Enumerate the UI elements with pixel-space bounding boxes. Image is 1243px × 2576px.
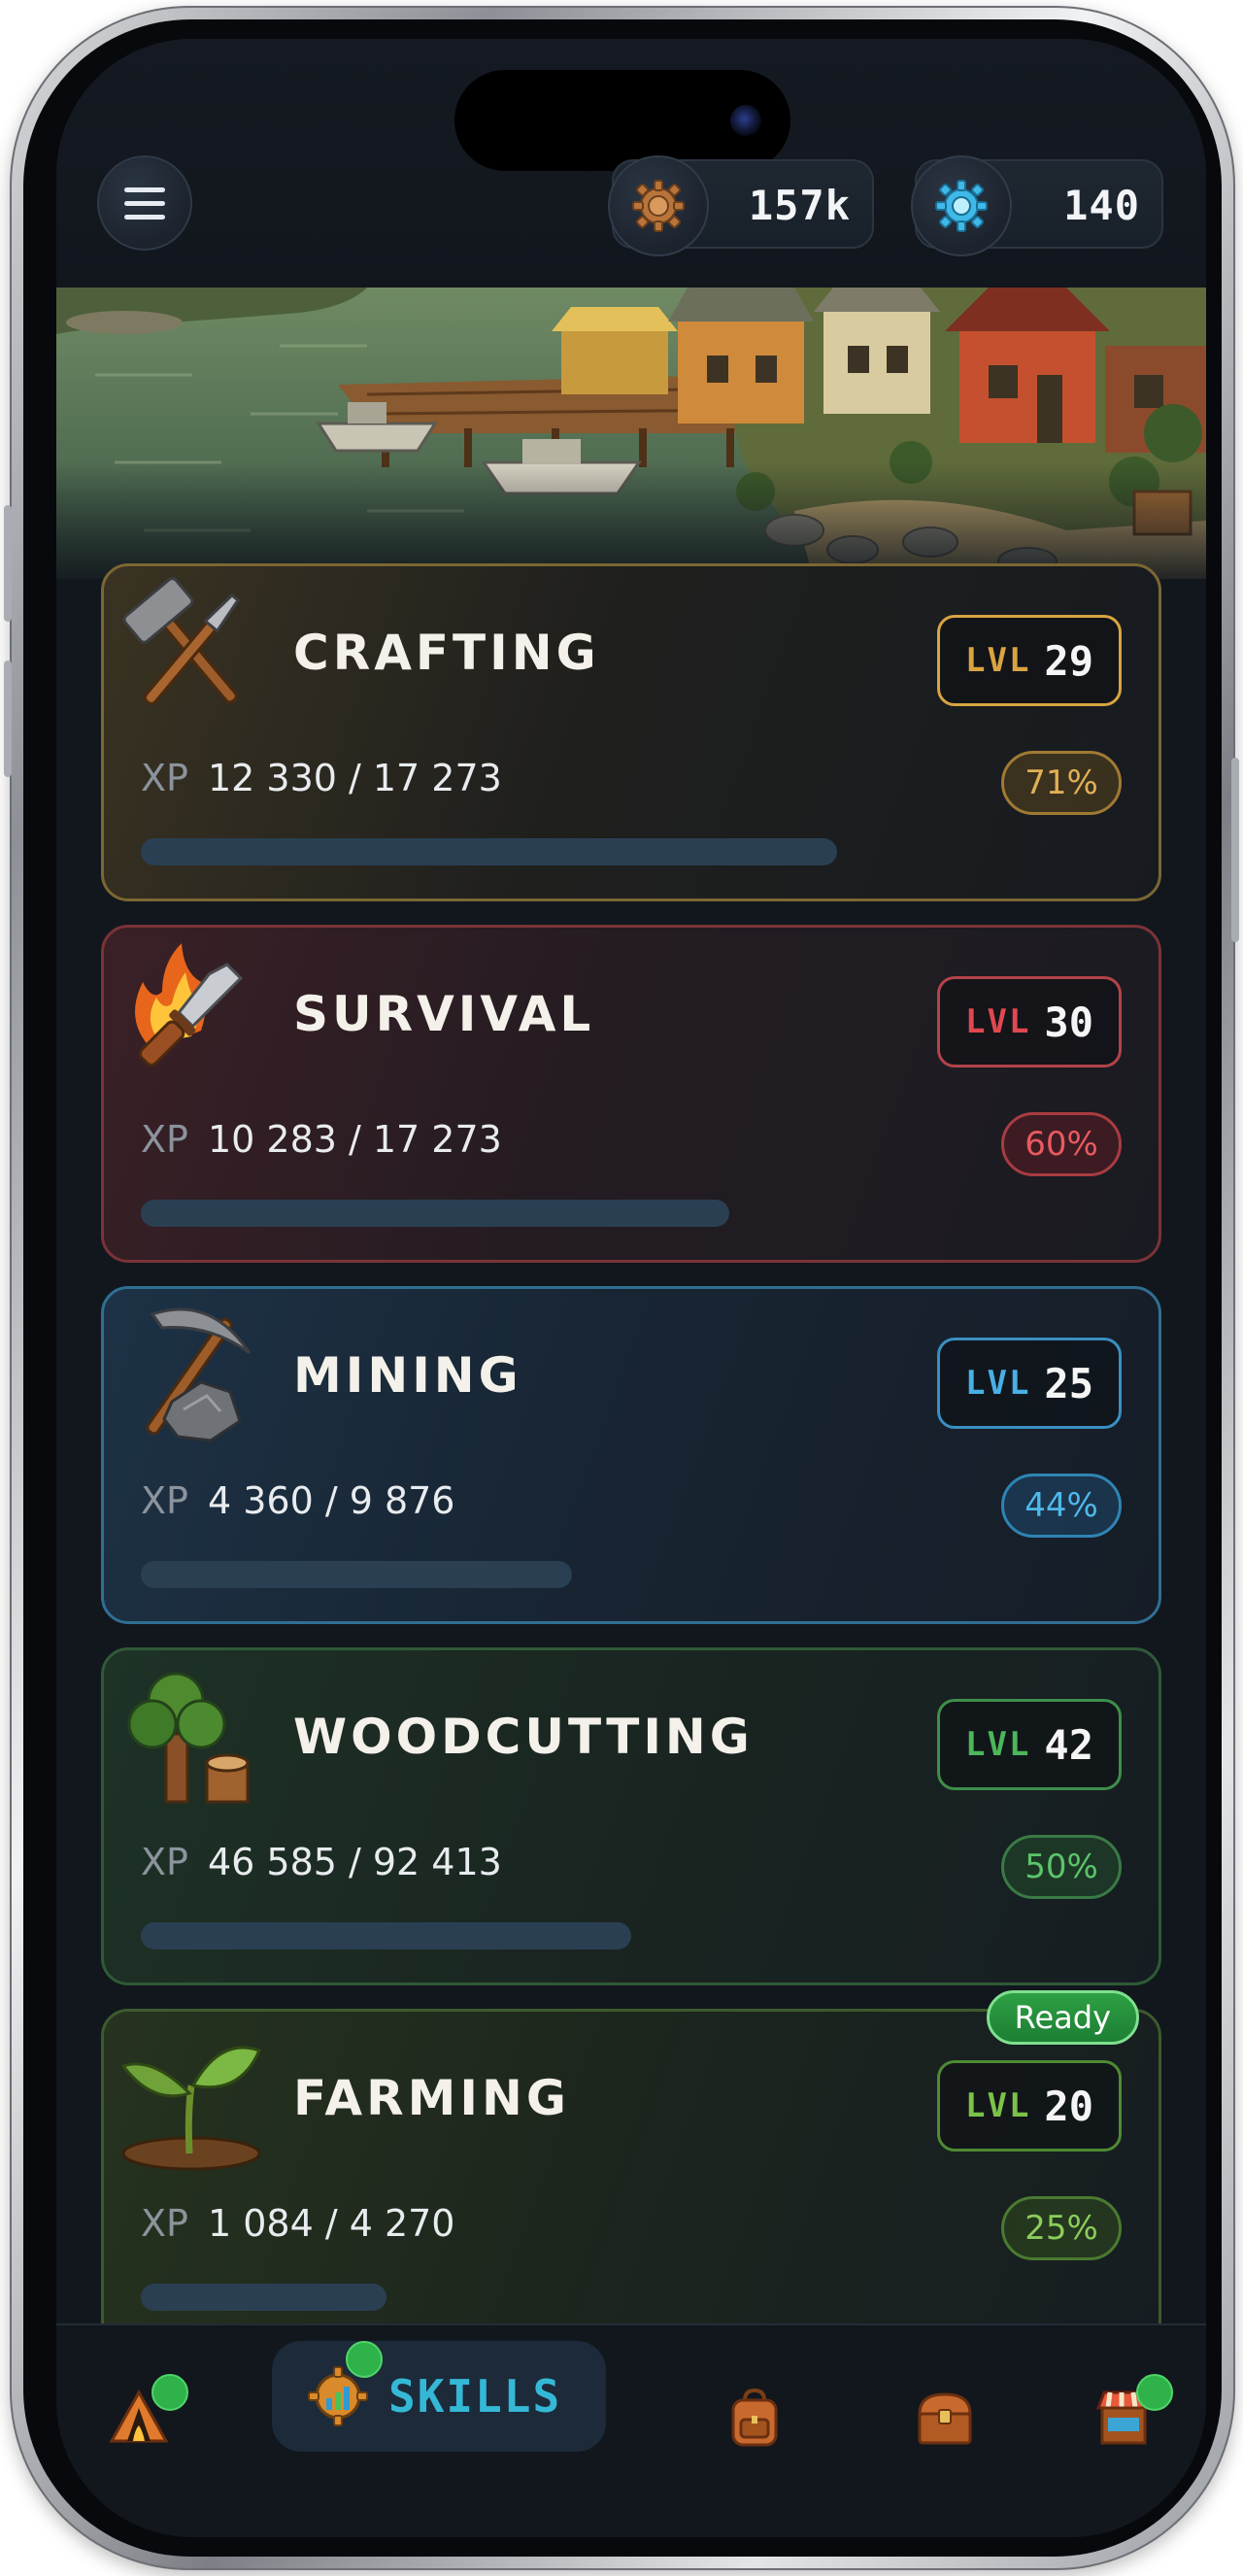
hero-banner — [56, 288, 1206, 579]
volume-button-left-2 — [4, 661, 12, 777]
skill-title: SURVIVAL — [293, 986, 595, 1042]
progress-percent: 60% — [1001, 1112, 1122, 1176]
skill-card-mining[interactable]: MINING LVL 25 XP 4 360 / 9 876 44% — [101, 1286, 1161, 1624]
skill-card-survival[interactable]: SURVIVAL LVL 30 XP 10 283 / 17 273 60% — [101, 925, 1161, 1263]
xp-value: 12 330 / 17 273 — [207, 757, 502, 799]
top-bar: 157k 140 — [56, 39, 1206, 288]
tree-stump-icon — [114, 1656, 269, 1812]
level-badge: LVL 29 — [937, 615, 1122, 706]
blue-gear-gem-icon — [911, 155, 1012, 256]
skill-title: WOODCUTTING — [293, 1709, 754, 1765]
xp-progress-bar — [141, 2284, 1122, 2311]
level-label: LVL — [965, 2086, 1031, 2125]
xp-row: XP 4 360 / 9 876 — [141, 1479, 455, 1522]
xp-progress-fill — [141, 2284, 386, 2311]
hamburger-icon — [124, 186, 165, 192]
nav-skills[interactable]: SKILLS — [272, 2341, 606, 2452]
pickaxe-rock-icon — [114, 1295, 269, 1450]
skill-title: MINING — [293, 1347, 522, 1404]
backpack-icon — [731, 2388, 778, 2447]
power-button — [1231, 758, 1239, 942]
xp-label: XP — [141, 1479, 188, 1522]
level-label: LVL — [965, 1002, 1031, 1041]
xp-label: XP — [141, 1118, 188, 1161]
level-badge: LVL 42 — [937, 1699, 1122, 1790]
level-value: 25 — [1044, 1359, 1093, 1407]
progress-percent: 44% — [1001, 1474, 1122, 1538]
menu-button[interactable] — [97, 155, 192, 251]
xp-row: XP 12 330 / 17 273 — [141, 757, 502, 799]
gem-value: 140 — [1063, 182, 1140, 229]
front-camera — [730, 105, 761, 136]
app-screen: 157k 140 CRAFTING LVL 29 XP 12 330 / 17 … — [56, 39, 1206, 2537]
fishing-village-illustration — [56, 288, 1206, 579]
xp-progress-bar — [141, 1561, 1122, 1588]
level-value: 29 — [1044, 636, 1093, 685]
coin-value: 157k — [748, 182, 851, 229]
nav-chest[interactable] — [882, 2364, 1008, 2471]
xp-label: XP — [141, 757, 188, 799]
xp-progress-bar — [141, 1200, 1122, 1227]
level-label: LVL — [965, 641, 1031, 680]
xp-label: XP — [141, 1841, 188, 1883]
level-badge: LVL 30 — [937, 976, 1122, 1068]
level-badge: LVL 20 — [937, 2060, 1122, 2152]
xp-value: 4 360 / 9 876 — [207, 1479, 455, 1522]
xp-value: 46 585 / 92 413 — [207, 1841, 502, 1883]
level-badge: LVL 25 — [937, 1338, 1122, 1429]
nav-camp[interactable] — [76, 2364, 202, 2471]
level-value: 30 — [1044, 998, 1093, 1046]
volume-button-left — [4, 505, 12, 622]
xp-row: XP 10 283 / 17 273 — [141, 1118, 502, 1161]
progress-percent: 71% — [1001, 751, 1122, 815]
treasure-chest-icon — [918, 2392, 972, 2445]
progress-percent: 25% — [1001, 2196, 1122, 2260]
xp-progress-fill — [141, 1200, 729, 1227]
bottom-nav: SKILLS — [56, 2323, 1206, 2537]
sprout-soil-icon — [114, 2017, 269, 2173]
crossed-hammer-chisel-icon — [114, 572, 269, 728]
xp-value: 10 283 / 17 273 — [207, 1118, 502, 1161]
xp-row: XP 1 084 / 4 270 — [141, 2202, 455, 2245]
skill-title: FARMING — [293, 2070, 570, 2126]
nav-shop[interactable] — [1060, 2364, 1187, 2471]
notification-dot — [1136, 2374, 1173, 2411]
xp-value: 1 084 / 4 270 — [207, 2202, 455, 2245]
level-value: 42 — [1044, 1720, 1093, 1769]
xp-progress-bar — [141, 1922, 1122, 1949]
level-label: LVL — [965, 1364, 1031, 1403]
level-label: LVL — [965, 1725, 1031, 1764]
skill-card-woodcutting[interactable]: WOODCUTTING LVL 42 XP 46 585 / 92 413 50% — [101, 1647, 1161, 1985]
dynamic-island — [454, 70, 790, 171]
xp-row: XP 46 585 / 92 413 — [141, 1841, 502, 1883]
skill-card-crafting[interactable]: CRAFTING LVL 29 XP 12 330 / 17 273 71% — [101, 563, 1161, 901]
gem-counter[interactable]: 140 — [911, 155, 1163, 256]
skill-title: CRAFTING — [293, 625, 600, 681]
xp-progress-fill — [141, 838, 838, 865]
level-value: 20 — [1044, 2082, 1093, 2130]
notification-dot — [346, 2341, 383, 2378]
flaming-knife-icon — [114, 933, 269, 1089]
bronze-gear-coin-icon — [608, 155, 709, 256]
xp-progress-fill — [141, 1561, 573, 1588]
xp-progress-bar — [141, 838, 1122, 865]
skill-card-farming[interactable]: Ready FARMING LVL 20 XP 1 084 / 4 270 25% — [101, 1990, 1161, 2347]
progress-percent: 50% — [1001, 1835, 1122, 1899]
nav-inventory[interactable] — [691, 2364, 818, 2471]
coin-counter[interactable]: 157k — [608, 155, 874, 256]
xp-label: XP — [141, 2202, 188, 2245]
notification-dot — [151, 2374, 188, 2411]
xp-progress-fill — [141, 1922, 631, 1949]
nav-skills-label: SKILLS — [388, 2370, 562, 2423]
ready-badge: Ready — [986, 1990, 1139, 2045]
